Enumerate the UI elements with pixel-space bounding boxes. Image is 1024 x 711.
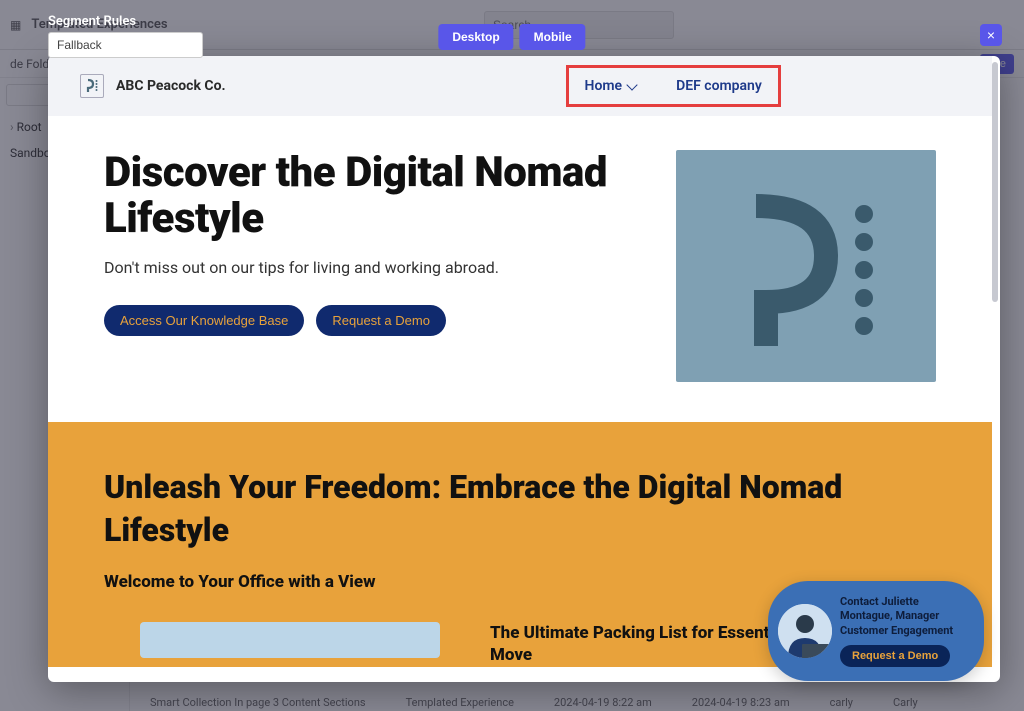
nav-home-label: Home	[585, 78, 623, 94]
nav-def-company[interactable]: DEF company	[676, 78, 762, 94]
site-logo-icon	[80, 74, 104, 98]
scrollbar[interactable]	[992, 62, 998, 676]
contact-text: Contact Juliette Montague, Manager Custo…	[840, 595, 966, 638]
bubble-demo-button[interactable]: Request a Demo	[840, 645, 950, 667]
hero-subtitle: Don't miss out on our tips for living an…	[104, 258, 636, 277]
contact-line3: Customer Engagement	[840, 624, 966, 638]
scrollbar-thumb[interactable]	[992, 62, 998, 302]
hero-left: Discover the Digital Nomad Lifestyle Don…	[104, 150, 636, 382]
site-header: ABC Peacock Co. Home DEF company	[48, 56, 992, 116]
hero-section: Discover the Digital Nomad Lifestyle Don…	[48, 116, 992, 422]
contact-bubble: Contact Juliette Montague, Manager Custo…	[768, 581, 984, 681]
site-nav-highlight: Home DEF company	[566, 65, 781, 107]
contact-line1: Contact Juliette	[840, 595, 966, 609]
close-button[interactable]: ×	[980, 24, 1002, 46]
segment-rules-label: Segment Rules	[48, 14, 136, 29]
contact-line2: Montague, Manager	[840, 609, 966, 623]
knowledge-base-button[interactable]: Access Our Knowledge Base	[104, 305, 304, 336]
nav-home[interactable]: Home	[585, 78, 637, 94]
segment-select[interactable]: Fallback	[48, 32, 203, 58]
site-company-name: ABC Peacock Co.	[116, 78, 226, 94]
desktop-button[interactable]: Desktop	[438, 24, 513, 50]
hero-title: Discover the Digital Nomad Lifestyle	[104, 150, 636, 242]
mobile-button[interactable]: Mobile	[520, 24, 586, 50]
device-toggle: Desktop Mobile	[438, 24, 585, 50]
orange-title: Unleash Your Freedom: Embrace the Digita…	[104, 466, 936, 552]
avatar	[778, 604, 832, 658]
hero-buttons: Access Our Knowledge Base Request a Demo	[104, 305, 636, 336]
hero-image-placeholder	[676, 150, 936, 382]
chevron-down-icon	[626, 79, 637, 90]
request-demo-button[interactable]: Request a Demo	[316, 305, 446, 336]
card-image-placeholder	[140, 622, 440, 658]
